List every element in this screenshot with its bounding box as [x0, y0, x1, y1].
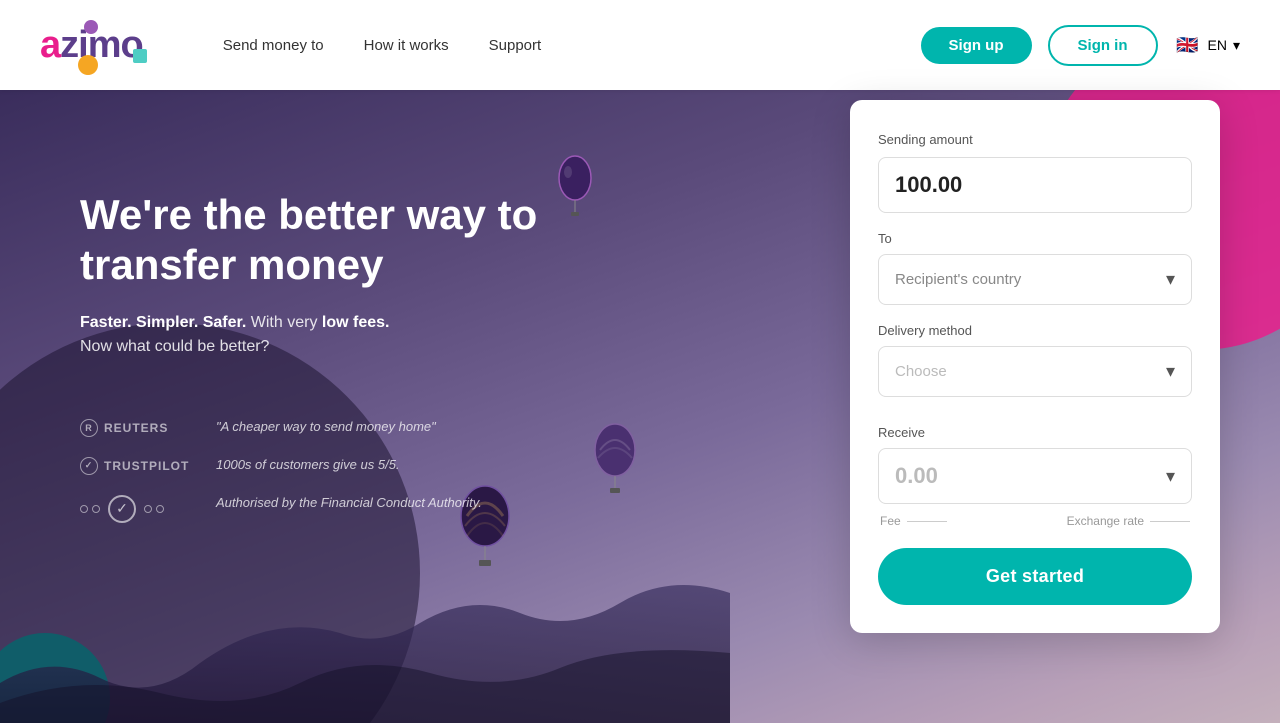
fca-dot-2 [92, 505, 100, 513]
trustpilot-quote: 1000s of customers give us 5/5. [216, 457, 400, 472]
header: a z i m o Send money to How it works Sup… [0, 0, 1280, 90]
logo-square-teal [133, 49, 147, 63]
testimonials: R REUTERS "A cheaper way to send money h… [80, 419, 670, 523]
nav-support[interactable]: Support [489, 37, 542, 54]
fca-dot-4 [156, 505, 164, 513]
receive-row: 0.00 ▾ [878, 448, 1192, 504]
testimonial-fca: ✓ Authorised by the Financial Conduct Au… [80, 495, 670, 523]
receive-chevron-icon: ▾ [1166, 466, 1175, 487]
nav-send-money[interactable]: Send money to [223, 37, 324, 54]
receive-value: 0.00 [895, 463, 938, 489]
delivery-method-dropdown[interactable]: Choose ▾ [878, 346, 1192, 397]
language-selector[interactable]: 🇬🇧 EN ▾ [1174, 31, 1240, 59]
signup-button[interactable]: Sign up [921, 27, 1032, 64]
lang-code: EN [1208, 37, 1227, 53]
fee-line [907, 521, 947, 522]
flag-icon: 🇬🇧 [1174, 31, 1202, 59]
fca-dot-1 [80, 505, 88, 513]
hero-title: We're the better way to transfer money [80, 190, 670, 291]
logo[interactable]: a z i m o [40, 24, 143, 67]
reuters-quote: "A cheaper way to send money home" [216, 419, 436, 434]
trustpilot-logo: ✓ TRUSTPILOT [80, 457, 200, 475]
fca-dots [80, 505, 100, 513]
exchange-rate-item: Exchange rate [1067, 514, 1190, 528]
testimonial-reuters: R REUTERS "A cheaper way to send money h… [80, 419, 670, 437]
nav-how-it-works[interactable]: How it works [364, 37, 449, 54]
reuters-logo: R REUTERS [80, 419, 200, 437]
fca-dot-3 [144, 505, 152, 513]
reuters-label: REUTERS [104, 421, 168, 435]
fee-label: Fee [880, 514, 901, 528]
to-label: To [878, 231, 1192, 246]
sending-amount-label: Sending amount [878, 132, 1192, 147]
trustpilot-label: TRUSTPILOT [104, 459, 189, 473]
fca-dots-right [144, 505, 164, 513]
hero-subtitle-strong: Faster. Simpler. Safer. [80, 314, 246, 331]
delivery-placeholder: Choose [895, 363, 947, 380]
logo-dot-orange [78, 55, 98, 75]
fee-exchange-row: Fee Exchange rate [878, 514, 1192, 528]
reuters-icon: R [80, 419, 98, 437]
fee-item: Fee [880, 514, 947, 528]
main-nav: Send money to How it works Support [223, 37, 541, 54]
recipient-country-dropdown[interactable]: Recipient's country ▾ [878, 254, 1192, 305]
signin-button[interactable]: Sign in [1048, 25, 1158, 66]
hero-subtitle-middle: With very [251, 314, 322, 331]
hero-subtitle: Faster. Simpler. Safer. With very low fe… [80, 311, 670, 359]
sending-amount-row: 🇬🇧 GBP ▾ [878, 157, 1192, 213]
fca-shield-icon: ✓ [108, 495, 136, 523]
exchange-rate-label: Exchange rate [1067, 514, 1144, 528]
recipient-country-placeholder: Recipient's country [895, 271, 1021, 288]
chevron-down-icon: ▾ [1233, 37, 1240, 54]
hero-low-fees: low fees. [322, 314, 390, 331]
hero-subtitle-end: Now what could be better? [80, 338, 269, 355]
delivery-method-label: Delivery method [878, 323, 1192, 338]
fca-logo: ✓ [80, 495, 200, 523]
logo-dot-purple [84, 20, 98, 34]
exchange-rate-line [1150, 521, 1190, 522]
trustpilot-icon: ✓ [80, 457, 98, 475]
transfer-card: Sending amount 🇬🇧 GBP ▾ To Recipient's c… [850, 100, 1220, 633]
hero-content: We're the better way to transfer money F… [0, 90, 730, 723]
logo-letter-a: a [40, 24, 60, 67]
logo-letter-z: z [60, 24, 78, 67]
receive-label: Receive [878, 425, 1192, 440]
header-right: Sign up Sign in 🇬🇧 EN ▾ [921, 25, 1240, 66]
recipient-chevron-icon: ▾ [1166, 269, 1175, 290]
get-started-button[interactable]: Get started [878, 548, 1192, 605]
fca-quote: Authorised by the Financial Conduct Auth… [216, 495, 482, 510]
testimonial-trustpilot: ✓ TRUSTPILOT 1000s of customers give us … [80, 457, 670, 475]
delivery-chevron-icon: ▾ [1166, 361, 1175, 382]
sending-amount-input[interactable] [879, 158, 1192, 212]
